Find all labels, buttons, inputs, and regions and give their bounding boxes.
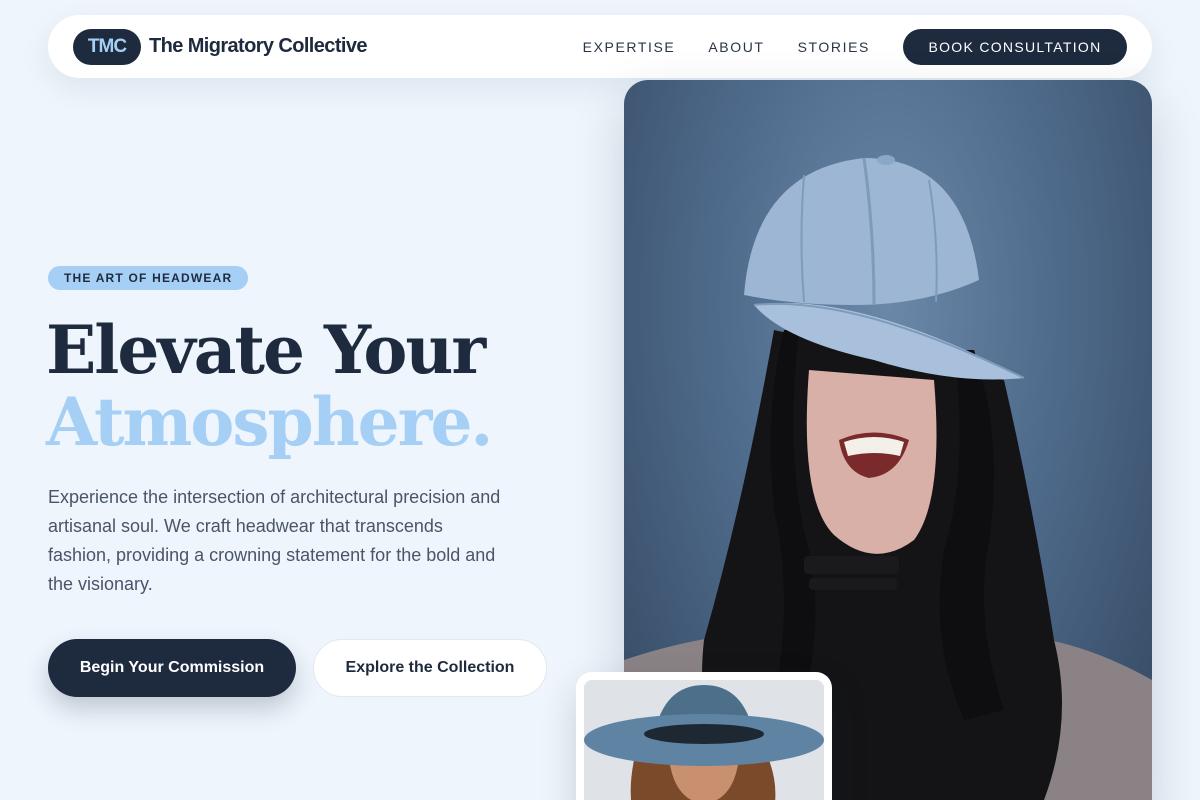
- top-navigation: TMC The Migratory Collective EXPERTISE A…: [48, 15, 1152, 78]
- headline-line-1: Elevate Your: [46, 311, 486, 389]
- hero-headline: Elevate Your Atmosphere.: [46, 311, 493, 461]
- brand-name[interactable]: The Migratory Collective: [149, 35, 367, 58]
- nav-link-about[interactable]: ABOUT: [708, 39, 764, 55]
- thumbnail-card[interactable]: [576, 672, 832, 800]
- begin-commission-button[interactable]: Begin Your Commission: [48, 639, 296, 697]
- logo-mark[interactable]: TMC: [73, 28, 141, 65]
- thumbnail-photo: [584, 680, 824, 800]
- headline-line-2: Atmosphere.: [46, 383, 493, 461]
- book-consultation-button[interactable]: BOOK CONSULTATION: [903, 28, 1127, 65]
- hero-description: Experience the intersection of architect…: [48, 487, 501, 594]
- eyebrow-badge: THE ART OF HEADWEAR: [48, 266, 249, 290]
- nav-link-expertise[interactable]: EXPERTISE: [583, 39, 676, 55]
- thumbnail-illustration: [584, 680, 824, 800]
- nav-links: EXPERTISE ABOUT STORIES BOOK CONSULTATIO…: [583, 28, 1127, 65]
- nav-link-stories[interactable]: STORIES: [798, 39, 870, 55]
- explore-collection-button[interactable]: Explore the Collection: [313, 639, 547, 697]
